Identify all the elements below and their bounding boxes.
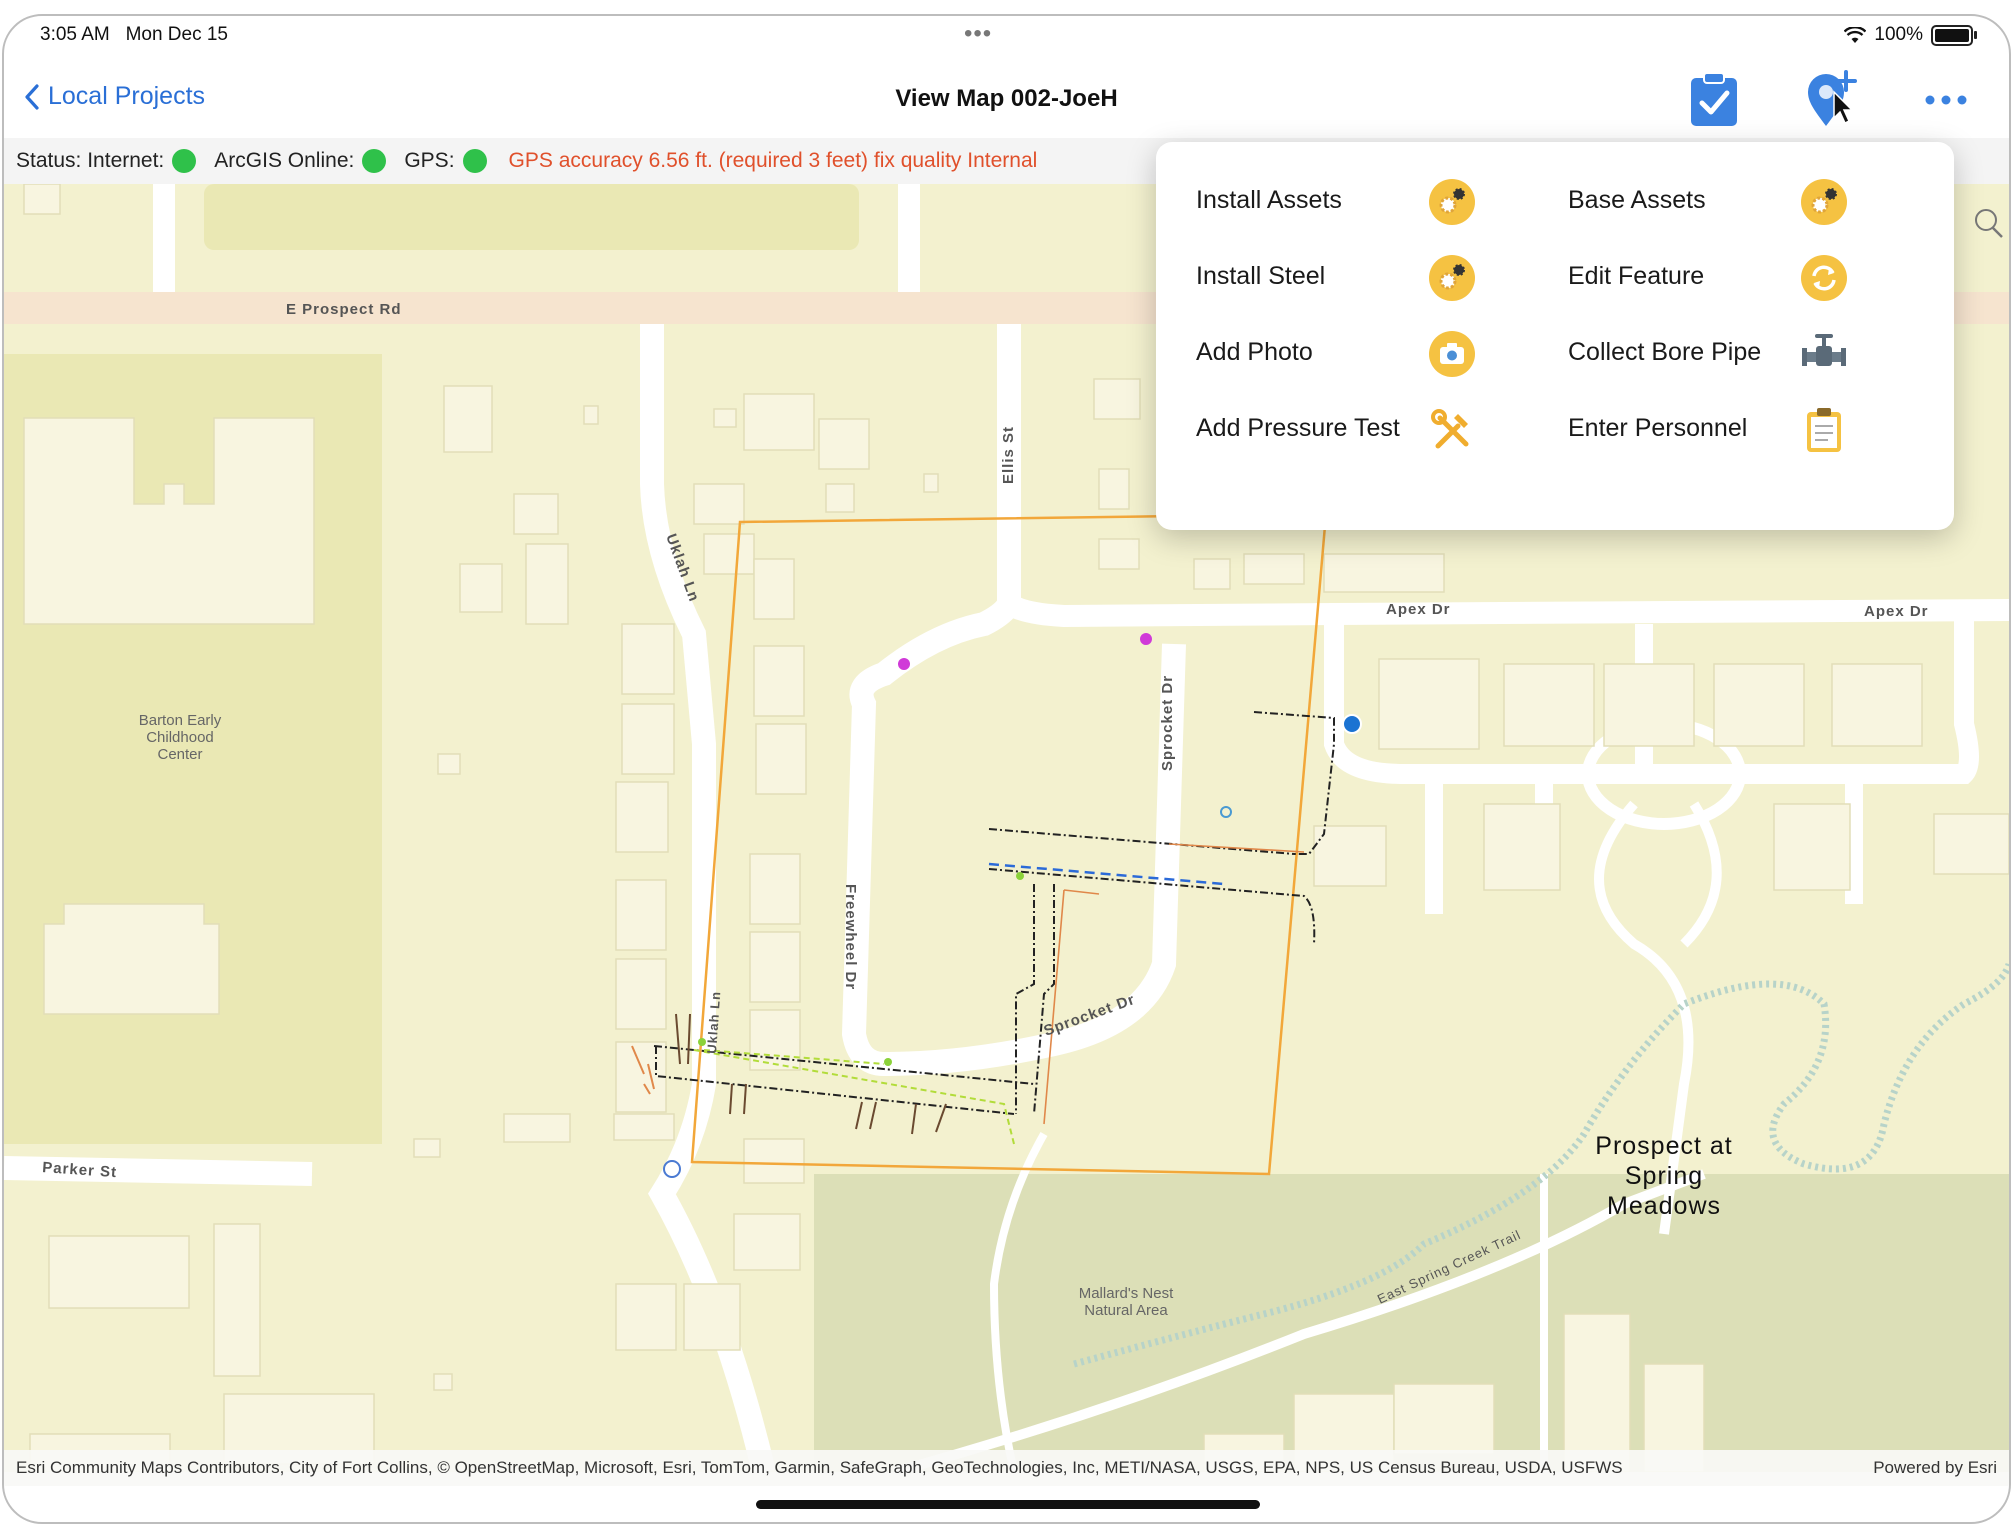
place-label-line: Mallard's Nest (1079, 1285, 1174, 1302)
street-label: Ellis St (1000, 426, 1017, 484)
marker-magenta[interactable] (898, 658, 910, 670)
menu-item-label: Collect Bore Pipe (1568, 337, 1762, 366)
powered-by-esri[interactable]: Powered by Esri (1873, 1458, 1997, 1478)
menu-collect-bore-pipe[interactable]: Collect Bore Pipe (1568, 322, 1898, 382)
tools-icon (1431, 409, 1469, 449)
street-label: Freewheel Dr (842, 884, 859, 990)
menu-add-photo[interactable]: Add Photo (1196, 322, 1526, 382)
device-frame: 3:05 AM Mon Dec 15 ••• 100% Local Projec… (2, 14, 2011, 1524)
status-time-date: 3:05 AM Mon Dec 15 (40, 24, 228, 46)
menu-item-label: Install Assets (1196, 185, 1342, 214)
gear-icon (1429, 255, 1475, 301)
menu-install-assets[interactable]: Install Assets (1196, 170, 1526, 230)
blue-main-line (988, 862, 1225, 886)
map-attribution: Esri Community Maps Contributors, City o… (4, 1450, 2009, 1486)
menu-item-label: Base Assets (1568, 185, 1706, 214)
ios-status-bar: 3:05 AM Mon Dec 15 ••• 100% (4, 16, 2009, 62)
marker-magenta[interactable] (1140, 633, 1152, 645)
menu-install-steel[interactable]: Install Steel (1196, 246, 1526, 306)
fitting-marker[interactable] (1220, 806, 1232, 818)
place-label-line: Spring (1625, 1162, 1703, 1190)
natural-area-label: Mallard's Nest Natural Area (1079, 1285, 1174, 1319)
arcgis-status-indicator (362, 149, 387, 173)
clipboard-check-button[interactable] (1689, 72, 1739, 128)
menu-item-label: Add Pressure Test (1196, 413, 1400, 442)
gps-location-marker (1342, 714, 1362, 734)
status-date: Mon Dec 15 (125, 24, 229, 45)
gps-status-indicator (462, 149, 487, 173)
field-area (204, 184, 859, 250)
battery-icon (1931, 24, 1977, 46)
attribution-sources: Esri Community Maps Contributors, City o… (16, 1458, 1623, 1477)
street-label: E Prospect Rd (286, 301, 402, 318)
ipad-screen: 3:05 AM Mon Dec 15 ••• 100% Local Projec… (0, 0, 2013, 1531)
camera-icon (1429, 331, 1475, 377)
place-label-line: Natural Area (1084, 1302, 1168, 1319)
street-label: Sprocket Dr (1159, 675, 1176, 771)
gps-accuracy-warning: GPS accuracy 6.56 ft. (required 3 feet) … (508, 149, 1038, 172)
internet-status-indicator (172, 149, 197, 173)
street-label: Uklah Ln (704, 990, 723, 1054)
clipboard-icon (1807, 408, 1841, 452)
street-label: Apex Dr (1386, 601, 1451, 618)
gear-icon (1429, 179, 1475, 225)
place-label-line: Center (157, 746, 202, 763)
valve-icon (1802, 334, 1846, 366)
status-prefix: Status: (16, 149, 82, 172)
green-marker[interactable] (884, 1058, 892, 1066)
home-indicator[interactable] (756, 1500, 1260, 1509)
more-options-icon[interactable] (1922, 90, 1970, 110)
street-label: Apex Dr (1864, 603, 1929, 620)
place-label-line: Prospect at (1595, 1132, 1732, 1160)
green-marker[interactable] (1016, 872, 1024, 880)
menu-base-assets[interactable]: Base Assets (1568, 170, 1898, 230)
menu-edit-feature[interactable]: Edit Feature (1568, 246, 1898, 306)
refresh-icon (1801, 255, 1847, 301)
battery-percent: 100% (1874, 24, 1923, 45)
place-label-line: Childhood (146, 729, 214, 746)
menu-add-pressure-test[interactable]: Add Pressure Test (1196, 398, 1526, 458)
arcgis-label: ArcGIS Online: (214, 149, 355, 172)
map-search-icon[interactable] (1975, 209, 2003, 238)
multitasking-dots-icon[interactable]: ••• (964, 20, 992, 48)
place-label-line: Meadows (1607, 1192, 1721, 1220)
navigation-bar: Local Projects View Map 002-JoeH (4, 62, 2009, 136)
menu-item-label: Enter Personnel (1568, 413, 1748, 442)
apex-dr-road (1002, 594, 2009, 628)
add-location-button[interactable] (1804, 70, 1860, 130)
gear-icon (1801, 179, 1847, 225)
place-label-line: Barton Early (139, 712, 222, 729)
menu-enter-personnel[interactable]: Enter Personnel (1568, 398, 1898, 458)
internet-label: Internet: (87, 149, 165, 172)
menu-item-label: Edit Feature (1568, 261, 1705, 290)
gps-label: GPS: (404, 149, 455, 172)
menu-item-label: Add Photo (1196, 337, 1313, 366)
add-feature-menu: Install Assets Base Assets Install Steel… (1156, 142, 1954, 530)
status-time: 3:05 AM (40, 24, 110, 45)
wifi-icon (1844, 26, 1867, 43)
status-battery-group: 100% (1844, 24, 1977, 46)
menu-item-label: Install Steel (1196, 261, 1326, 290)
